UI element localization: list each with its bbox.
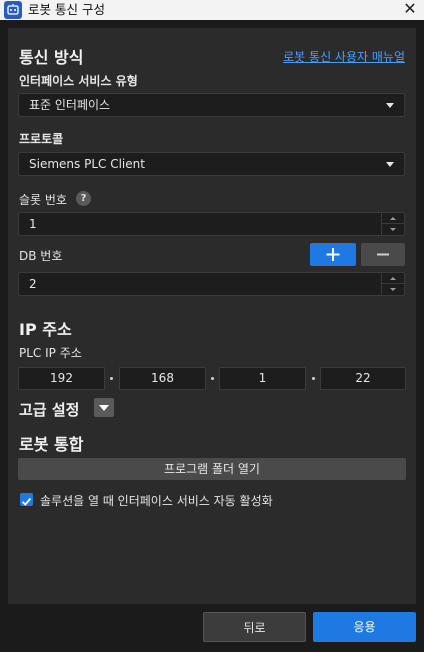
slot-number-stepper[interactable]: 1 (18, 212, 405, 236)
stepper-down-icon[interactable] (382, 284, 404, 295)
apply-button[interactable]: 응용 (313, 612, 416, 642)
ip-octet-1-input[interactable]: 192 (18, 367, 105, 390)
stepper-arrows (381, 273, 404, 295)
back-button[interactable]: 뒤로 (203, 612, 306, 642)
advanced-settings-label: 고급 설정 (19, 401, 80, 419)
window-title: 로봇 통신 구성 (28, 2, 105, 17)
db-number-stepper[interactable]: 2 (18, 272, 405, 296)
plus-icon (326, 248, 340, 261)
db-number-value: 2 (29, 277, 37, 291)
auto-enable-checkbox[interactable] (20, 493, 33, 506)
minus-icon (377, 253, 389, 256)
interface-type-select[interactable]: 표준 인터페이스 (18, 93, 405, 117)
stepper-up-icon[interactable] (382, 273, 404, 284)
comm-method-heading: 통신 방식 (19, 48, 84, 67)
config-panel: 통신 방식 로봇 통신 사용자 매뉴얼 인터페이스 서비스 유형 표준 인터페이… (8, 28, 416, 604)
ip-separator (211, 377, 214, 380)
chevron-down-icon (386, 162, 394, 167)
slot-number-label: 슬롯 번호 (19, 193, 67, 207)
stepper-up-icon[interactable] (382, 213, 404, 224)
interface-type-label: 인터페이스 서비스 유형 (19, 74, 138, 88)
title-bar: 로봇 통신 구성 ✕ (0, 0, 424, 20)
remove-db-button[interactable] (361, 243, 405, 266)
ip-separator (110, 377, 113, 380)
plc-ip-label: PLC IP 주소 (19, 346, 82, 360)
ip-octet-2-input[interactable]: 168 (119, 367, 206, 390)
comm-manual-link[interactable]: 로봇 통신 사용자 매뉴얼 (283, 48, 405, 65)
add-db-button[interactable] (310, 243, 356, 266)
app-icon (4, 1, 22, 19)
chevron-down-icon (386, 103, 394, 108)
protocol-label: 프로토콜 (19, 132, 64, 146)
ip-separator (312, 377, 315, 380)
protocol-select[interactable]: Siemens PLC Client (18, 152, 405, 176)
interface-type-value: 표준 인터페이스 (29, 98, 111, 112)
auto-enable-label: 솔루션을 열 때 인터페이스 서비스 자동 활성화 (40, 494, 273, 508)
checkmark-icon (21, 497, 32, 506)
advanced-expand-toggle[interactable] (94, 398, 114, 417)
robot-integration-heading: 로봇 통합 (19, 435, 84, 454)
help-icon[interactable]: ? (76, 191, 91, 206)
open-program-folder-button[interactable]: 프로그램 폴더 열기 (18, 458, 406, 480)
ip-octet-4-input[interactable]: 22 (320, 367, 406, 390)
db-number-label: DB 번호 (19, 249, 63, 263)
ip-address-heading: IP 주소 (19, 320, 72, 339)
close-icon[interactable]: ✕ (400, 0, 420, 20)
protocol-value: Siemens PLC Client (29, 157, 145, 171)
ip-octet-3-input[interactable]: 1 (219, 367, 306, 390)
slot-number-value: 1 (29, 217, 37, 231)
stepper-down-icon[interactable] (382, 224, 404, 235)
stepper-arrows (381, 213, 404, 235)
